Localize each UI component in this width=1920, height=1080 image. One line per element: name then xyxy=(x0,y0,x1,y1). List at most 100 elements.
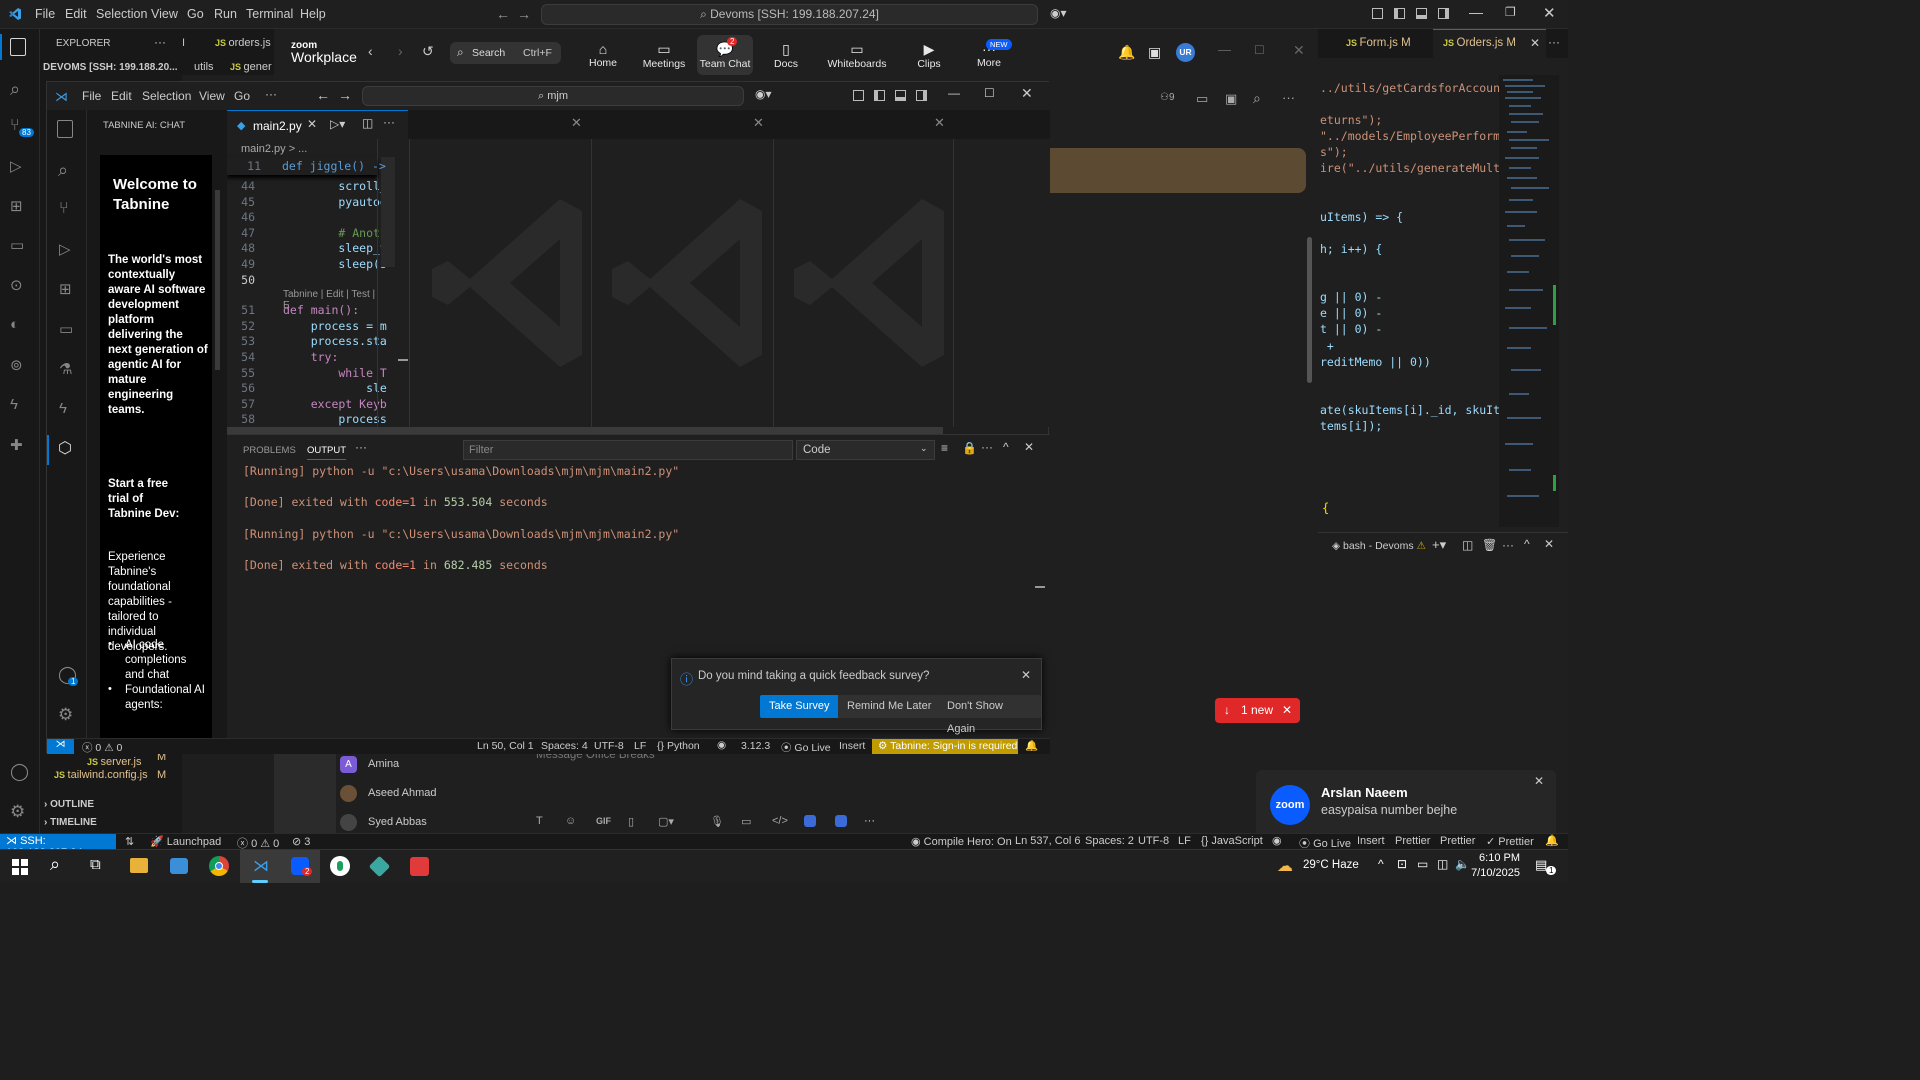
outer-code-view[interactable]: ../utils/getCardsforAccount") eturns"); ".… xyxy=(1320,80,1521,434)
tabnine-codelens[interactable]: Tabnine | Edit | Test | E xyxy=(283,289,379,311)
tab-output[interactable]: OUTPUT xyxy=(307,445,347,460)
new-messages-badge[interactable]: ↓ 1 new ✕ xyxy=(1215,698,1300,723)
zoom-taskbar-icon[interactable]: 2 xyxy=(280,850,320,883)
inner-menu-edit[interactable]: Edit xyxy=(111,89,132,103)
new-terminal-icon[interactable]: +▾ xyxy=(1432,537,1446,553)
problems-count[interactable]: ⓧ 0 ⚠ 0 xyxy=(82,740,122,755)
explorer-icon[interactable] xyxy=(57,120,73,138)
search-icon[interactable]: ⌕ xyxy=(58,160,68,181)
go-live[interactable]: ⦿ Go Live xyxy=(781,740,831,755)
close-notification-icon[interactable]: ✕ xyxy=(1021,668,1031,682)
close-window-icon[interactable]: ✕ xyxy=(1543,4,1556,22)
more-actions-icon[interactable]: ··· xyxy=(1502,538,1514,552)
close-group-icon[interactable]: ✕ xyxy=(934,115,945,131)
inner-menu-go[interactable]: Go xyxy=(234,89,250,103)
file-tailwind-config[interactable]: JS tailwind.config.js xyxy=(54,769,148,781)
command-center[interactable]: ⌕ Devoms [SSH: 199.188.207.24] xyxy=(541,4,1038,25)
toggle-sidebar-icon[interactable] xyxy=(874,90,885,101)
close-tab-icon[interactable]: ✕ xyxy=(1530,36,1540,50)
app-icon[interactable] xyxy=(368,855,391,878)
network-icon[interactable]: ◫ xyxy=(1437,857,1448,871)
nav-clips[interactable]: ▶ Clips xyxy=(910,41,948,70)
nav-meetings[interactable]: ▭ Meetings xyxy=(638,41,690,70)
clear-output-icon[interactable]: ≡ xyxy=(941,441,948,455)
file-server-js[interactable]: JS server.js xyxy=(87,756,141,768)
nav-docs[interactable]: ▯ Docs xyxy=(767,41,805,70)
extensions-icon[interactable]: ⊞ xyxy=(10,197,23,215)
tab-main2-py[interactable]: ◆ main2.py ✕ ▷▾ ◫ ··· xyxy=(227,110,408,139)
python-icon[interactable]: ✚ xyxy=(10,436,23,454)
inner-menu-view[interactable]: View xyxy=(199,89,225,103)
clock-time[interactable]: 6:10 PM xyxy=(1476,852,1520,864)
sync-icon[interactable]: ⇅ xyxy=(125,835,134,848)
more-actions-icon[interactable]: ··· xyxy=(864,815,875,827)
menu-selection[interactable]: Selection xyxy=(96,7,147,21)
nav-home[interactable]: ⌂ Home xyxy=(584,41,622,69)
more-actions-icon[interactable]: ··· xyxy=(1282,90,1295,105)
language-mode[interactable]: {} Python xyxy=(657,740,700,752)
search-icon[interactable]: ⌕ xyxy=(10,79,20,100)
scrollbar[interactable] xyxy=(1307,237,1312,383)
indentation[interactable]: Spaces: 2 xyxy=(1085,835,1134,847)
more-actions-icon[interactable]: ··· xyxy=(154,35,166,49)
cursor-position[interactable]: Ln 537, Col 6 xyxy=(1015,835,1080,847)
insert-mode[interactable]: Insert xyxy=(839,740,865,752)
windows-start-icon[interactable] xyxy=(12,859,28,875)
zoom-search[interactable]: ⌕ Search Ctrl+F xyxy=(450,42,561,64)
encoding[interactable]: UTF-8 xyxy=(1138,835,1169,847)
settings-gear-icon[interactable]: ⚙ xyxy=(10,802,25,822)
nav-team-chat[interactable]: 💬 Team Chat xyxy=(697,35,753,75)
vscode-taskbar-icon[interactable]: ⋊ xyxy=(240,850,280,883)
maximize-icon[interactable]: ☐ xyxy=(1254,43,1265,57)
gif-icon[interactable]: GIF xyxy=(596,816,611,826)
back-arrow-icon[interactable]: ← xyxy=(316,87,330,103)
code-editor[interactable]: main2.py > ... 11 def jiggle() -> 44 scr… xyxy=(227,139,409,427)
file-icon[interactable]: ▯ xyxy=(628,815,634,828)
indentation[interactable]: Spaces: 4 xyxy=(541,740,588,752)
thunder-client-icon[interactable]: ϟ xyxy=(10,396,18,413)
tabnine-status[interactable]: ⚙ Tabnine: Sign-in is required xyxy=(872,739,1018,754)
notifications-bell-icon[interactable]: 🔔 xyxy=(1545,834,1559,847)
maximize-icon[interactable]: ☐ xyxy=(984,86,995,100)
task-view-icon[interactable]: ⧉ xyxy=(90,856,101,873)
encoding[interactable]: UTF-8 xyxy=(594,740,624,752)
close-popup-icon[interactable]: ✕ xyxy=(1534,774,1544,788)
dont-show-again-button[interactable]: Don't Show Again xyxy=(938,695,1041,735)
eol[interactable]: LF xyxy=(634,740,646,752)
eol[interactable]: LF xyxy=(1178,835,1191,847)
maximize-panel-icon[interactable]: ^ xyxy=(1524,537,1530,551)
forward-arrow-icon[interactable]: → xyxy=(338,87,352,103)
screenshot-icon[interactable]: ▢▾ xyxy=(658,815,674,828)
microphone-icon[interactable]: 🎙 xyxy=(710,815,724,828)
close-panel-icon[interactable]: ✕ xyxy=(1544,537,1554,551)
video-icon[interactable]: ▭ xyxy=(1196,91,1208,107)
app-icon[interactable] xyxy=(835,815,847,827)
close-icon[interactable]: ✕ xyxy=(1282,698,1292,723)
format-text-icon[interactable]: T xyxy=(536,815,543,827)
toggle-panel-icon[interactable] xyxy=(1416,8,1427,19)
remind-later-button[interactable]: Remind Me Later xyxy=(838,695,941,718)
menu-terminal[interactable]: Terminal xyxy=(246,7,293,21)
close-group-icon[interactable]: ✕ xyxy=(753,115,764,131)
app-icon[interactable] xyxy=(804,815,816,827)
calendar-icon[interactable]: ▣ xyxy=(1225,91,1237,107)
member-count[interactable]: ⚇9 xyxy=(1160,92,1175,103)
more-actions-icon[interactable]: ··· xyxy=(1548,35,1560,49)
prettier-2[interactable]: Prettier xyxy=(1440,835,1475,847)
battery-icon[interactable]: ▭ xyxy=(1417,857,1428,871)
weather-icon[interactable]: ☁ xyxy=(1277,856,1293,876)
back-chevron-icon[interactable]: ‹ xyxy=(368,43,373,59)
maximize-panel-icon[interactable]: ^ xyxy=(1003,440,1009,454)
minimap[interactable] xyxy=(1499,75,1559,527)
menu-file[interactable]: File xyxy=(35,7,55,21)
close-panel-icon[interactable]: ✕ xyxy=(1024,440,1034,454)
more-actions-icon[interactable]: ··· xyxy=(355,440,367,454)
bell-icon[interactable]: 🔔 xyxy=(1118,44,1135,61)
toggle-sidebar-icon[interactable] xyxy=(1394,8,1405,19)
live-share-icon[interactable]: ◐ xyxy=(10,316,19,333)
cursor-position[interactable]: Ln 50, Col 1 xyxy=(477,740,534,752)
testing-flask-icon[interactable]: ⚗ xyxy=(59,360,72,378)
layout-icon[interactable] xyxy=(1372,8,1383,19)
more-menu-icon[interactable]: ··· xyxy=(265,87,277,101)
language-mode[interactable]: {} JavaScript xyxy=(1201,835,1263,847)
